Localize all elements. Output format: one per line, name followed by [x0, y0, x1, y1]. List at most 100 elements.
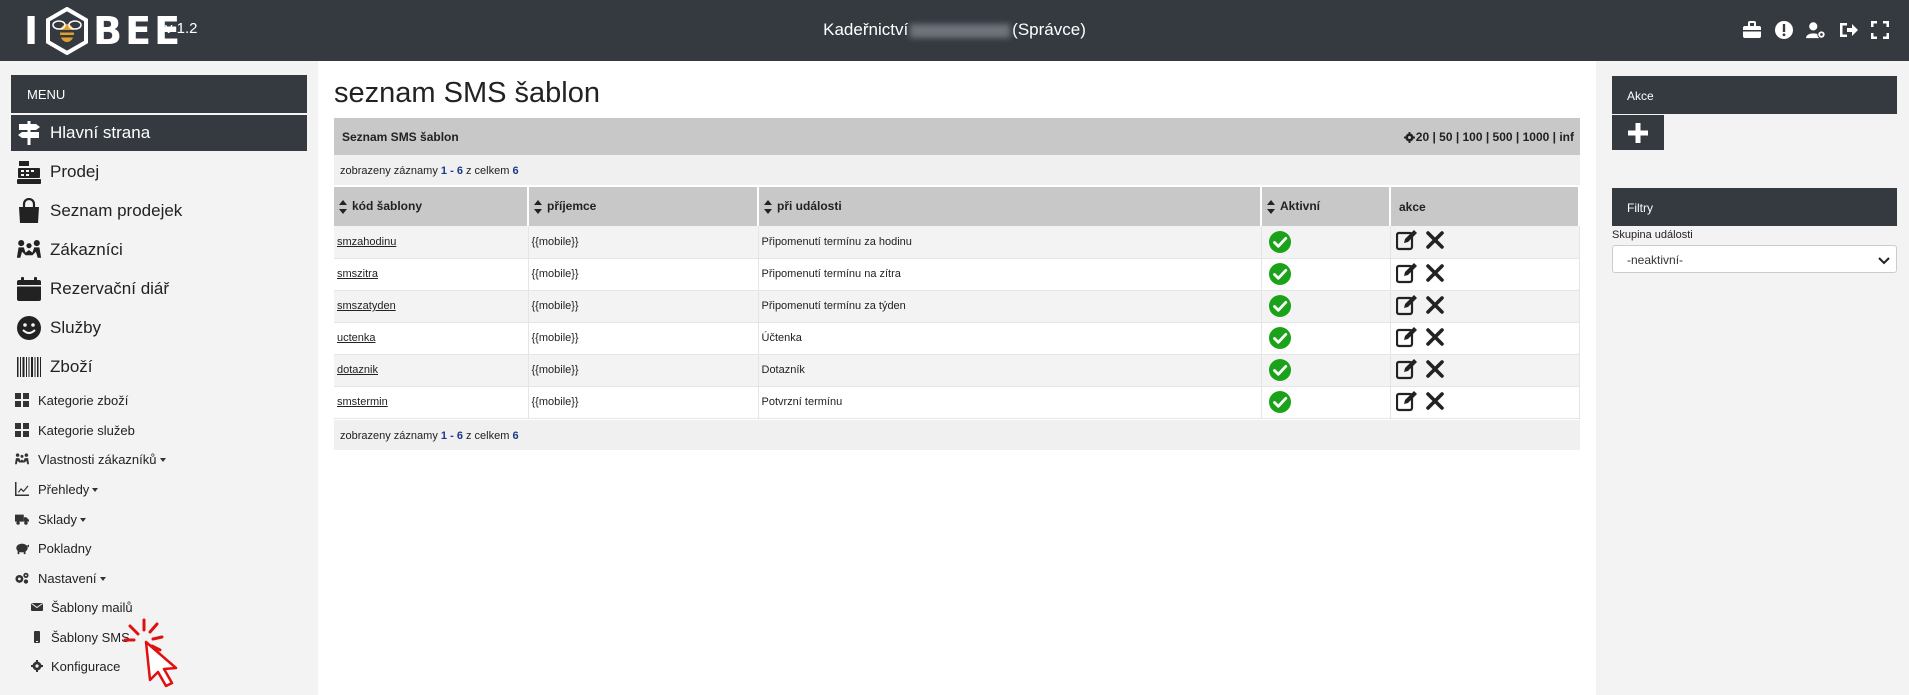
cell-active [1261, 386, 1391, 419]
check-circle-icon [1268, 263, 1291, 285]
user-gear-icon[interactable] [1805, 19, 1827, 41]
event-group-select[interactable]: -neaktivní- [1612, 245, 1897, 273]
people-icon [15, 236, 43, 264]
page-size-options[interactable]: 20 | 50 | 100 | 500 | 1000 | inf [1416, 130, 1574, 144]
cell-code: smszitra [334, 258, 529, 291]
sidebar-item-konfigurace[interactable]: Konfigurace [31, 654, 120, 678]
sign-out-icon[interactable] [1837, 19, 1859, 41]
exclamation-icon[interactable] [1773, 19, 1795, 41]
add-template-button[interactable] [1612, 115, 1664, 150]
check-circle-icon [1268, 391, 1291, 413]
sidebar: MENU Hlavní strana Prodej Seznam prodeje… [0, 61, 318, 695]
sidebar-item-label: Služby [50, 318, 102, 337]
template-code-link[interactable]: smszatyden [337, 300, 396, 312]
cell-actions [1390, 322, 1580, 355]
template-code-link[interactable]: uctenka [337, 332, 376, 344]
column-header-prijemce[interactable]: příjemce [528, 187, 759, 226]
edit-icon[interactable] [1395, 326, 1418, 348]
delete-icon[interactable] [1424, 229, 1446, 251]
top-bar: I BEE v 1.2 Kadeřnictví (Správce) [0, 0, 1909, 61]
cursor-highlight-icon [123, 618, 178, 688]
table-row: smzahodinu {{mobile}} Připomenutí termínu … [334, 226, 1580, 259]
chevron-down-icon [1878, 257, 1890, 265]
template-code-link[interactable]: smzahodinu [337, 236, 396, 248]
sidebar-item-nastaveni[interactable]: Nastavení [15, 566, 106, 590]
record-counter-top: zobrazeny záznamy 1 - 6 z celkem 6 [334, 155, 1580, 185]
cash-register-icon [15, 158, 43, 186]
sort-icon [534, 199, 542, 214]
delete-icon[interactable] [1424, 326, 1446, 348]
sidebar-item-label: Kategorie zboží [38, 392, 129, 408]
check-circle-icon [1268, 295, 1291, 317]
column-label: příjemce [547, 198, 597, 213]
delete-icon[interactable] [1424, 358, 1446, 380]
cell-active [1261, 290, 1391, 323]
sidebar-item-label: Sklady [38, 511, 78, 527]
cell-event: Dotazník [758, 354, 1262, 387]
delete-icon[interactable] [1424, 262, 1446, 284]
sidebar-item-vlastnosti-zakazniku[interactable]: Vlastnosti zákazníků [15, 447, 166, 471]
edit-icon[interactable] [1395, 262, 1418, 284]
sidebar-item-label: Hlavní strana [50, 123, 151, 142]
sidebar-item-label: Nastavení [38, 570, 97, 586]
counter-total: 6 [512, 165, 519, 177]
cell-actions [1390, 226, 1580, 259]
table-header-row: kód šablony příjemce při události Aktivn… [334, 187, 1580, 226]
sidebar-item-rezervacni-diar[interactable]: Rezervační diář [11, 271, 307, 307]
delete-icon[interactable] [1424, 390, 1446, 412]
panel-title: Seznam SMS šablon [342, 130, 459, 144]
table-row: uctenka {{mobile}} Účtenka [334, 322, 1580, 355]
delete-icon[interactable] [1424, 294, 1446, 316]
sidebar-item-label: Šablony SMS [51, 629, 130, 645]
sidebar-item-sablony-sms[interactable]: Šablony SMS [31, 625, 130, 649]
edit-icon[interactable] [1395, 229, 1418, 251]
table-row: dotaznik {{mobile}} Dotazník [334, 354, 1580, 387]
record-counter-bottom: zobrazeny záznamy 1 - 6 z celkem 6 [334, 420, 1580, 450]
sidebar-item-prodej[interactable]: Prodej [11, 154, 307, 190]
fullscreen-icon[interactable] [1869, 19, 1891, 41]
counter-mid: z celkem [466, 430, 510, 442]
sidebar-item-kategorie-zbozi[interactable]: Kategorie zboží [15, 388, 128, 412]
template-code-link[interactable]: dotaznik [337, 364, 378, 376]
counter-total: 6 [512, 430, 519, 442]
column-header-aktivni[interactable]: Aktivní [1261, 187, 1391, 226]
sidebar-item-pokladny[interactable]: Pokladny [15, 536, 91, 560]
app-title-prefix: Kadeřnictví [823, 20, 909, 39]
people-icon [15, 452, 29, 466]
piggy-bank-icon [15, 541, 29, 555]
column-header-kod[interactable]: kód šablony [334, 187, 529, 226]
sidebar-item-zbozi[interactable]: Zboží [11, 349, 307, 385]
edit-icon[interactable] [1395, 390, 1418, 412]
truck-icon [15, 512, 29, 526]
cell-code: smzahodinu [334, 226, 529, 259]
cell-active [1261, 226, 1391, 259]
template-code-link[interactable]: smszitra [337, 268, 378, 280]
edit-icon[interactable] [1395, 294, 1418, 316]
sidebar-item-prehledy[interactable]: Přehledy [15, 477, 99, 501]
chevron-down-icon [99, 577, 106, 581]
counter-to: 6 [456, 165, 463, 177]
table-row: smstermin {{mobile}} Potvrzní termínu [334, 386, 1580, 419]
panel-header: Seznam SMS šablon 20 | 50 | 100 | 500 | … [334, 118, 1580, 155]
page-title: seznam SMS šablon [334, 77, 600, 109]
gear-icon [31, 660, 43, 672]
sidebar-item-seznam-prodejek[interactable]: Seznam prodejek [11, 193, 307, 229]
sidebar-item-sablony-mailu[interactable]: Šablony mailů [31, 595, 133, 619]
sort-icon [764, 199, 772, 214]
briefcase-icon[interactable] [1741, 19, 1763, 41]
sidebar-item-hlavni-strana[interactable]: Hlavní strana [11, 115, 307, 151]
edit-icon[interactable] [1395, 358, 1418, 380]
cell-event: Účtenka [758, 322, 1262, 355]
smile-icon [15, 314, 43, 342]
sidebar-item-sklady[interactable]: Sklady [15, 507, 87, 531]
cell-recipient: {{mobile}} [528, 386, 759, 419]
sidebar-item-sluzby[interactable]: Služby [11, 310, 307, 346]
sidebar-item-zakaznici[interactable]: Zákazníci [11, 232, 307, 268]
chart-line-icon [15, 482, 29, 496]
column-header-udalost[interactable]: při události [758, 187, 1262, 226]
select-value: -neaktivní- [1627, 253, 1684, 267]
page-size-selector[interactable]: 20 | 50 | 100 | 500 | 1000 | inf [1403, 130, 1574, 144]
sidebar-item-kategorie-sluzeb[interactable]: Kategorie služeb [15, 418, 135, 442]
template-code-link[interactable]: smstermin [337, 396, 388, 408]
counter-to: 6 [456, 430, 463, 442]
